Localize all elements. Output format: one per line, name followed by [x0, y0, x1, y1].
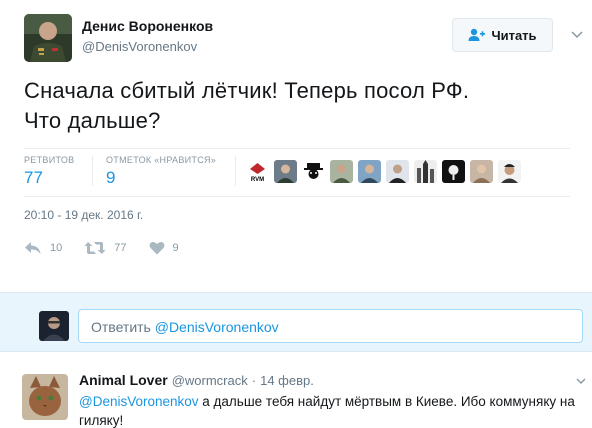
reply-input[interactable]: Ответить @DenisVoronenkov: [78, 309, 583, 343]
liker-avatar[interactable]: [302, 160, 325, 183]
tweet-timestamp: 20:10 - 19 дек. 2016 г.: [24, 208, 144, 222]
separator-dot: ·: [251, 373, 257, 388]
current-user-avatar: [39, 311, 69, 341]
like-action[interactable]: 9: [149, 241, 179, 255]
retweets-value: 77: [24, 168, 43, 187]
divider: [24, 148, 570, 149]
chevron-down-icon[interactable]: [575, 375, 587, 387]
retweet-action[interactable]: 77: [84, 241, 127, 255]
author-handle[interactable]: @DenisVoronenkov: [82, 39, 197, 54]
liker-avatars: RVM: [246, 160, 521, 183]
stat-divider: [92, 156, 93, 186]
author-name[interactable]: Денис Вороненков: [82, 18, 213, 34]
svg-text:RVM: RVM: [251, 177, 264, 183]
reply-tweet-date[interactable]: 14 февр.: [260, 373, 314, 388]
liker-avatar[interactable]: [358, 160, 381, 183]
liker-avatar[interactable]: [330, 160, 353, 183]
stat-divider: [235, 156, 236, 186]
retweet-count: 77: [114, 242, 127, 254]
likes-stat[interactable]: ОТМЕТОК «НРАВИТСЯ» 9: [106, 155, 216, 188]
retweet-icon: [84, 242, 106, 254]
retweets-stat[interactable]: РЕТВИТОВ 77: [24, 155, 74, 188]
reply-author-avatar[interactable]: [22, 374, 68, 420]
follow-label: Читать: [491, 27, 537, 43]
reply-mention: @DenisVoronenkov: [154, 319, 279, 335]
heart-icon: [149, 241, 164, 255]
liker-avatar[interactable]: [386, 160, 409, 183]
tweet-actions: 10 77 9: [24, 241, 201, 255]
reply-author-handle[interactable]: @wormcrack: [172, 373, 248, 388]
tweet-card: Денис Вороненков @DenisVoronenkov Читать…: [0, 0, 592, 290]
add-user-icon: [468, 28, 486, 41]
liker-avatar[interactable]: [470, 160, 493, 183]
chevron-down-icon[interactable]: [570, 27, 584, 41]
reply-tweet-header: Animal Lover @wormcrack · 14 февр.: [79, 372, 314, 388]
liker-avatar[interactable]: RVM: [246, 160, 269, 183]
likes-value: 9: [106, 168, 116, 187]
divider: [24, 196, 570, 197]
reply-author-name[interactable]: Animal Lover: [79, 372, 168, 388]
reply-icon: [25, 242, 41, 254]
reply-tweet: Animal Lover @wormcrack · 14 февр. @Deni…: [0, 354, 592, 428]
liker-avatar[interactable]: [498, 160, 521, 183]
reply-prefix: Ответить: [91, 319, 155, 335]
reply-action[interactable]: 10: [24, 241, 62, 255]
reply-composer: Ответить @DenisVoronenkov: [0, 292, 592, 352]
liker-avatar[interactable]: [442, 160, 465, 183]
liker-avatar[interactable]: [414, 160, 437, 183]
follow-button[interactable]: Читать: [452, 18, 553, 52]
reply-tweet-text: @DenisVoronenkov а дальше тебя найдут мё…: [79, 392, 579, 428]
like-count: 9: [172, 242, 179, 254]
liker-avatar[interactable]: [274, 160, 297, 183]
tweet-text-line1: Сначала сбитый лётчик! Теперь посол РФ.: [24, 78, 470, 103]
tweet-text: Сначала сбитый лётчик! Теперь посол РФ. …: [24, 76, 564, 136]
tweet-text-line2: Что дальше?: [24, 108, 161, 133]
reply-tweet-mention[interactable]: @DenisVoronenkov: [79, 394, 199, 409]
likes-label: ОТМЕТОК «НРАВИТСЯ»: [106, 155, 217, 165]
reply-count: 10: [50, 242, 63, 254]
author-avatar[interactable]: [24, 14, 72, 62]
retweets-label: РЕТВИТОВ: [24, 155, 75, 165]
